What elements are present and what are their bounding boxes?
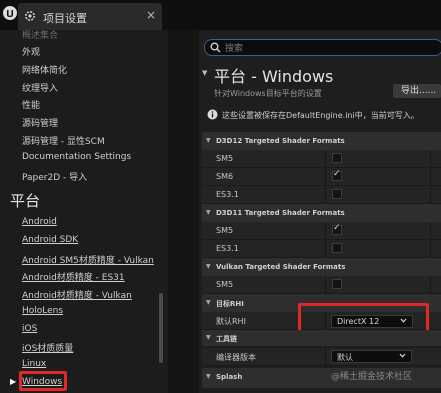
divider	[325, 168, 326, 186]
sidebar-item-ios[interactable]: iOS	[22, 324, 37, 334]
search-box[interactable]: 搜索	[204, 39, 441, 56]
check-icon: ✓	[333, 223, 341, 233]
divider	[325, 240, 326, 258]
category-label: D3D12 Targeted Shader Formats	[216, 137, 345, 145]
selected-arrow-icon: ▶	[10, 377, 17, 386]
config-info-text: 这些设置被保存在DefaultEngine.ini中，当前可写入。	[222, 111, 419, 120]
divider	[325, 276, 326, 294]
category-vulkan[interactable]: ▼ Vulkan Targeted Shader Formats	[202, 258, 441, 276]
tab-project-settings[interactable]: 项目设置 ×	[18, 3, 162, 30]
property-label: SM6	[216, 172, 234, 181]
divider	[325, 348, 326, 366]
sidebar-item[interactable]: 概述集合	[22, 28, 58, 41]
title-bar: 项目设置 ×	[0, 0, 441, 30]
check-icon: ✓	[333, 169, 341, 179]
collapse-arrow-icon[interactable]: ▼	[202, 69, 207, 77]
expand-arrow-icon: ▼	[206, 209, 211, 216]
expand-arrow-icon: ▼	[206, 373, 211, 380]
page-title: 平台 - Windows	[214, 67, 334, 86]
divider	[430, 150, 431, 168]
category-label: D3D11 Targeted Shader Formats	[216, 209, 345, 217]
checkbox-vulkan-sm5[interactable]	[332, 279, 342, 289]
tab-title: 项目设置	[43, 12, 87, 25]
close-icon[interactable]: ×	[146, 8, 156, 22]
category-d3d11[interactable]: ▼ D3D11 Targeted Shader Formats	[202, 204, 441, 222]
export-button[interactable]: 导出......	[393, 84, 441, 98]
sidebar-item-linux[interactable]: Linux	[22, 359, 46, 369]
sidebar-item-android[interactable]: Android	[22, 217, 57, 227]
sidebar-item-hololens[interactable]: HoloLens	[22, 306, 63, 316]
property-row: SM5	[202, 150, 441, 168]
watermark: @稀土掘金技术社区	[331, 372, 413, 382]
category-label: Vulkan Targeted Shader Formats	[216, 263, 346, 271]
sidebar-item-android-es31[interactable]: Android材质精度 - ES31	[22, 270, 125, 283]
property-label: SM5	[216, 226, 234, 235]
sidebar-item[interactable]: Documentation Settings	[22, 152, 131, 162]
settings-gear-icon	[25, 11, 35, 21]
property-label: ES3.1	[216, 190, 239, 199]
property-row: ES3.1	[202, 186, 441, 204]
highlight-box-windows	[19, 371, 67, 391]
sidebar-item[interactable]: 性能	[22, 98, 40, 111]
sidebar-item-android-sdk[interactable]: Android SDK	[22, 235, 78, 245]
checkbox-d3d11-es31[interactable]	[332, 243, 342, 253]
chevron-down-icon	[399, 353, 406, 358]
checkbox-d3d12-sm5[interactable]	[332, 153, 342, 163]
property-row: SM5 ✓	[202, 222, 441, 240]
property-row: SM5	[202, 276, 441, 294]
category-label: Splash	[216, 373, 243, 381]
compiler-version-dropdown[interactable]: 默认	[331, 350, 412, 363]
sidebar-scrollbar[interactable]	[159, 293, 163, 363]
sidebar-item[interactable]: 网络体简化	[22, 63, 67, 76]
search-input[interactable]: 搜索	[225, 41, 243, 54]
unreal-logo-icon	[3, 6, 17, 20]
search-icon	[210, 42, 221, 53]
checkbox-d3d11-sm5[interactable]: ✓	[332, 223, 342, 235]
sidebar-section-title: 平台	[10, 192, 41, 210]
property-label: ES3.1	[216, 244, 239, 253]
checkbox-d3d12-sm6[interactable]: ✓	[332, 169, 342, 181]
dropdown-value: 默认	[337, 353, 353, 362]
expand-arrow-icon: ▼	[206, 334, 211, 341]
sidebar-item[interactable]: 纹理导入	[22, 81, 58, 94]
sidebar-item[interactable]: 外观	[22, 45, 40, 58]
info-icon	[207, 109, 218, 120]
page-subtitle: 针对Windows目标平台的设置	[214, 89, 322, 98]
divider	[325, 186, 326, 204]
property-row: ES3.1	[202, 240, 441, 258]
property-label: 默认RHI	[216, 317, 246, 326]
divider	[325, 222, 326, 240]
category-d3d12[interactable]: ▼ D3D12 Targeted Shader Formats	[202, 132, 441, 150]
sidebar-item-android-vulkan[interactable]: Android材质精度 - Vulkan	[22, 288, 132, 301]
divider	[430, 276, 431, 294]
property-label: SM5	[216, 280, 234, 289]
property-label: SM5	[216, 154, 234, 163]
property-label: 编译器版本	[216, 353, 256, 362]
sidebar-item[interactable]: Paper2D - 导入	[22, 170, 87, 183]
divider	[430, 222, 431, 240]
expand-arrow-icon: ▼	[206, 263, 211, 270]
divider	[430, 168, 431, 186]
checkbox-d3d12-es31[interactable]	[332, 189, 342, 199]
sidebar-item[interactable]: 源码管理	[22, 116, 58, 129]
divider	[430, 240, 431, 258]
sidebar-item-android-sm5[interactable]: Android SM5材质精度 - Vulkan	[22, 253, 154, 266]
sidebar-item[interactable]: 源码管理 - 显性SCM	[22, 134, 105, 147]
property-row: SM6 ✓	[202, 168, 441, 186]
category-label: 目标RHI	[216, 300, 244, 308]
expand-arrow-icon: ▼	[206, 299, 211, 306]
expand-arrow-icon: ▼	[206, 137, 211, 144]
category-toolchain[interactable]: ▼ 工具链	[202, 330, 441, 346]
divider	[325, 150, 326, 168]
category-label: 工具链	[216, 335, 237, 343]
sidebar-item-ios-quality[interactable]: iOS材质质量	[22, 341, 73, 354]
divider	[430, 186, 431, 204]
